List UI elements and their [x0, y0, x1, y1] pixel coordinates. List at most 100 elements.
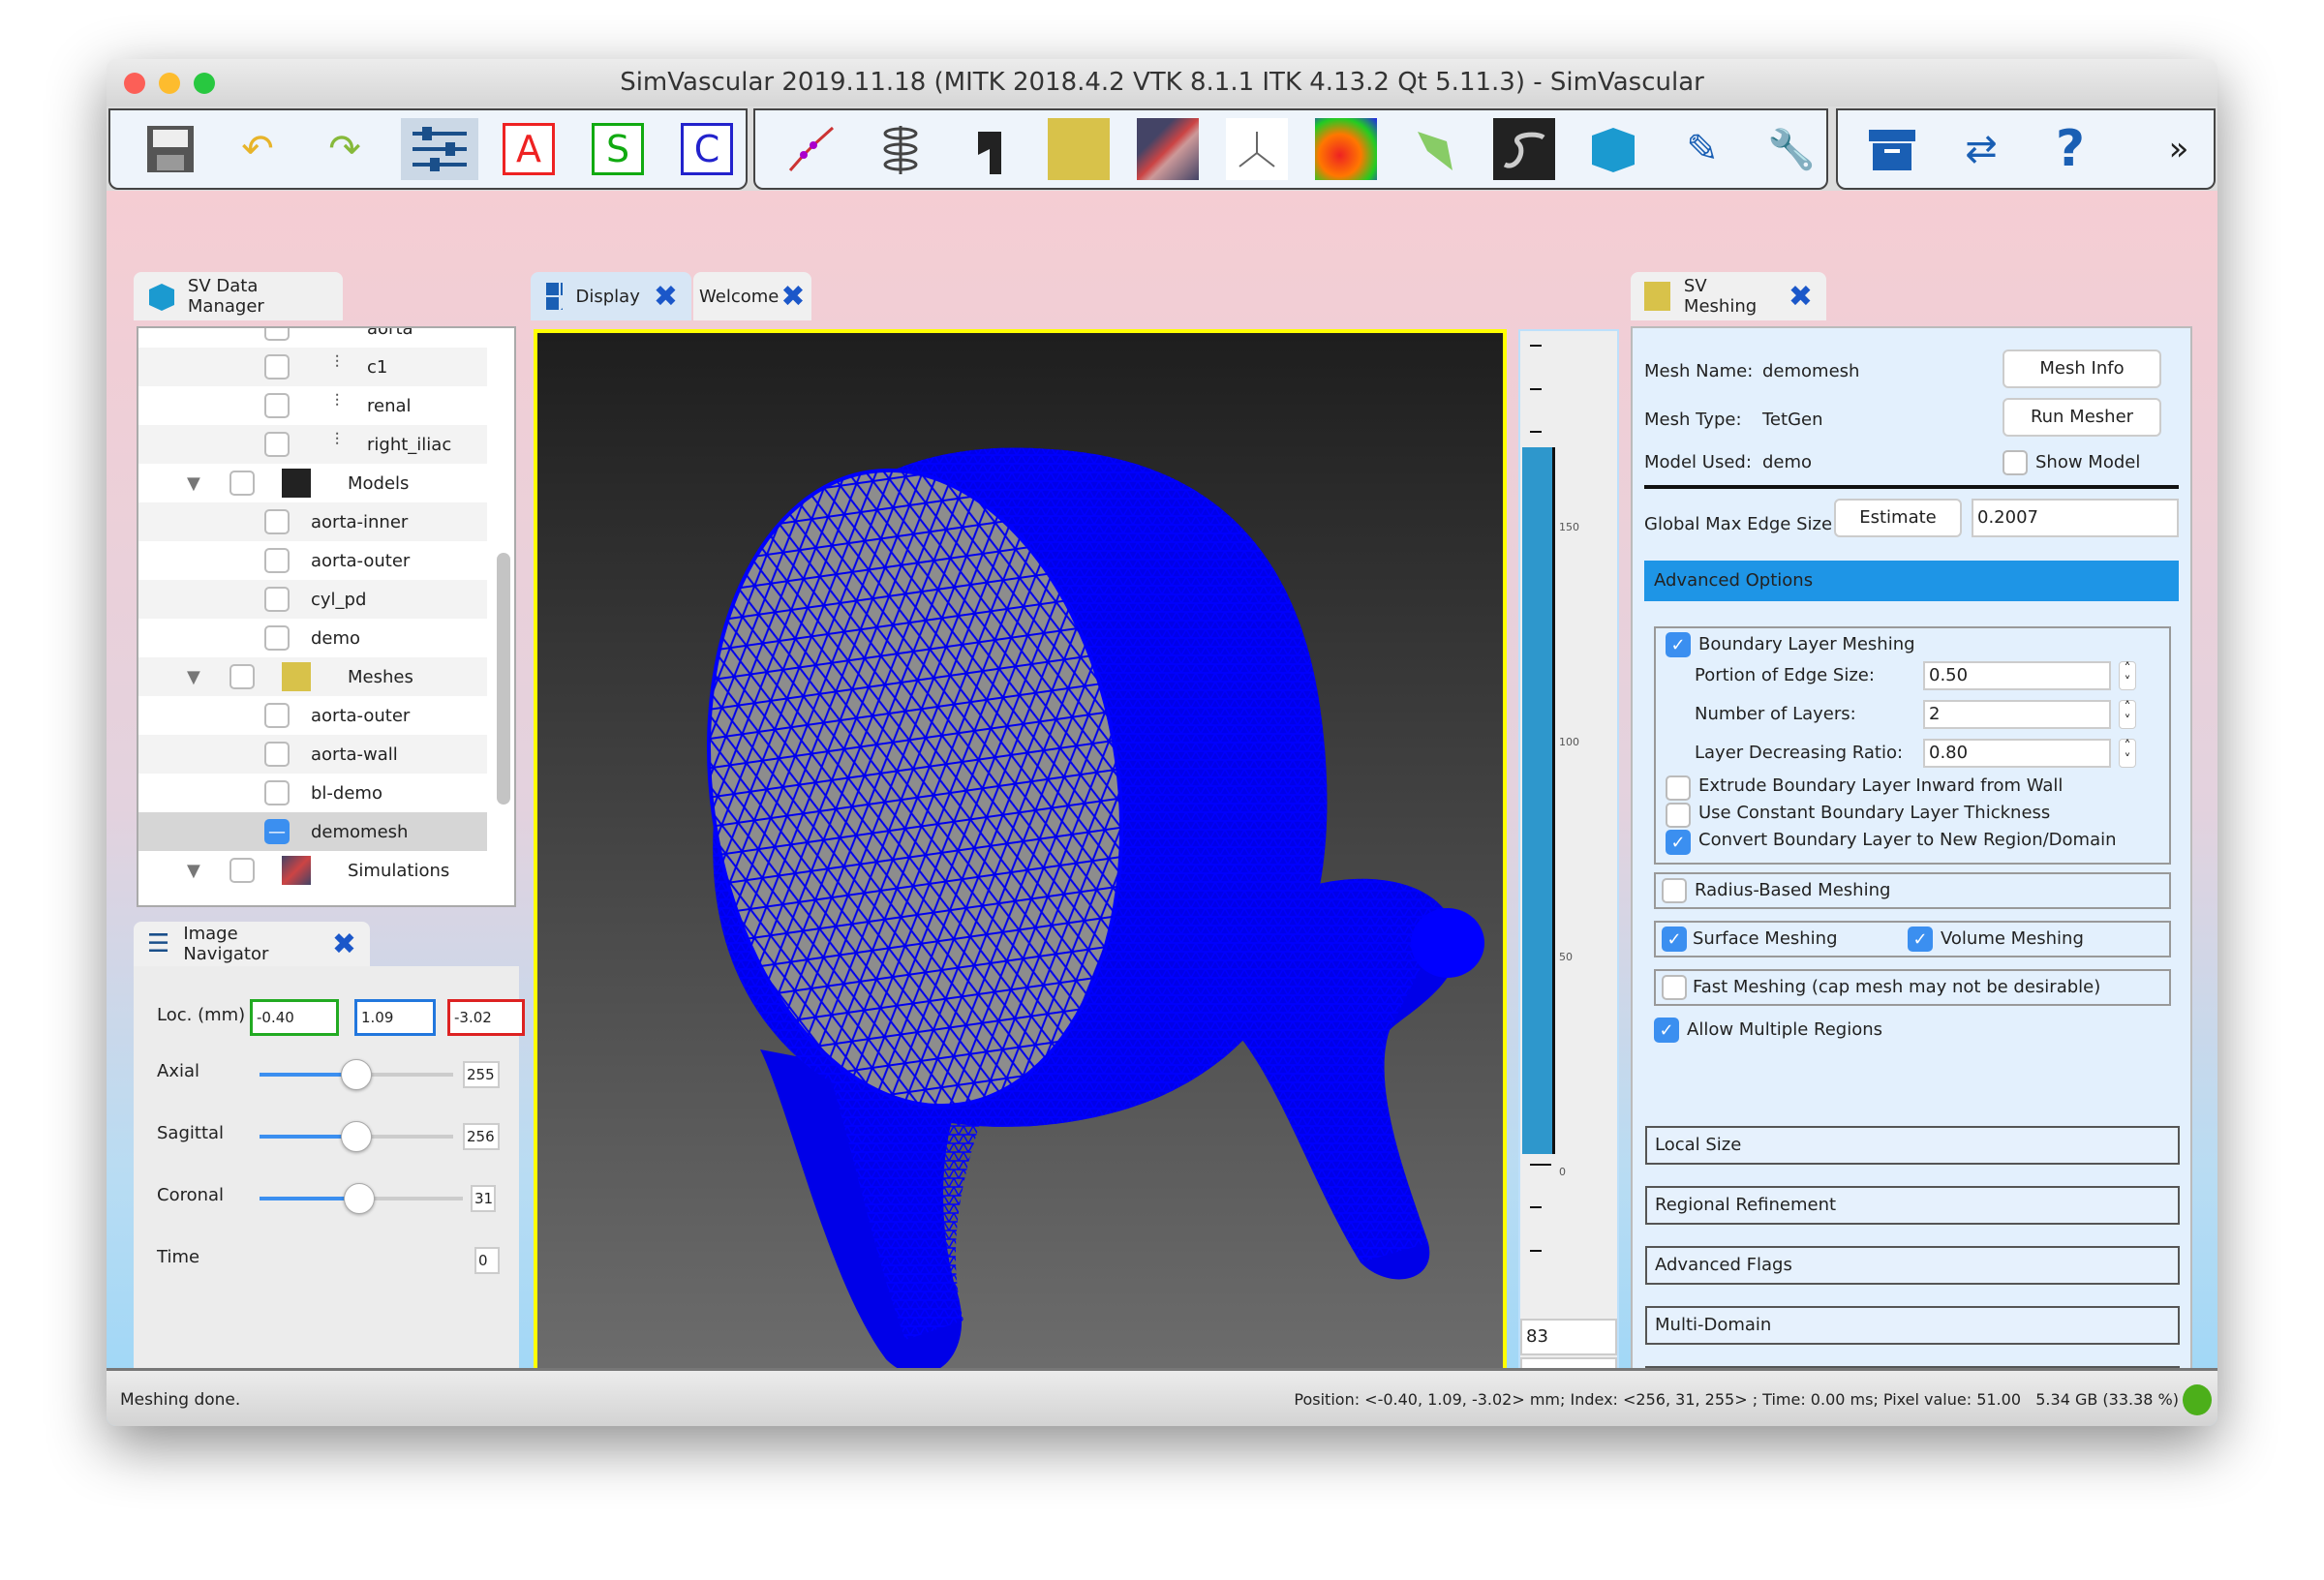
tree-item[interactable]: aorta-outer: [138, 541, 487, 580]
portion-spinner[interactable]: ˄ ˅: [2119, 661, 2136, 690]
visibility-checkbox[interactable]: [264, 432, 290, 457]
close-icon[interactable]: ✖: [332, 927, 356, 961]
ratio-spinner[interactable]: ˄ ˅: [2119, 739, 2136, 768]
close-icon[interactable]: ✖: [654, 280, 678, 314]
tree-item[interactable]: cyl_pd: [138, 580, 487, 619]
bl-option-checkbox[interactable]: ✓: [1666, 830, 1691, 855]
visibility-checkbox[interactable]: [264, 587, 290, 612]
archive-icon[interactable]: [1861, 118, 1923, 180]
tab-data-manager[interactable]: SV Data Manager: [134, 272, 343, 320]
tree-item[interactable]: ⫶ aorta: [138, 328, 487, 348]
close-icon[interactable]: ✖: [780, 280, 805, 314]
loc-x-field[interactable]: -0.40: [250, 999, 339, 1036]
tree-item[interactable]: ▼ Models: [138, 464, 487, 502]
visibility-checkbox[interactable]: [264, 780, 290, 805]
slider-value[interactable]: 255: [463, 1061, 500, 1088]
close-window-button[interactable]: [124, 73, 145, 94]
undo-icon[interactable]: ↶: [227, 118, 289, 180]
expand-arrow-icon[interactable]: ▼: [187, 667, 200, 687]
data-manager-icon[interactable]: [1582, 118, 1644, 180]
axial-slider[interactable]: [260, 1059, 453, 1090]
show-model-checkbox[interactable]: [2003, 450, 2028, 475]
run-mesher-button[interactable]: Run Mesher: [2003, 398, 2161, 437]
tree-item[interactable]: ⫶ renal: [138, 386, 487, 425]
visibility-checkbox[interactable]: [229, 471, 255, 496]
layers-spinner[interactable]: ˄ ˅: [2119, 700, 2136, 729]
section-multi-domain[interactable]: Multi-Domain: [1645, 1306, 2180, 1345]
edit-tool-icon[interactable]: ✎: [1671, 118, 1733, 180]
visibility-checkbox[interactable]: [229, 858, 255, 883]
tree-item[interactable]: — demomesh: [138, 812, 487, 851]
zoom-window-button[interactable]: [194, 73, 215, 94]
surface-meshing-checkbox[interactable]: ✓: [1662, 927, 1687, 952]
visibility-checkbox[interactable]: [229, 664, 255, 689]
simulation-icon[interactable]: [1137, 118, 1199, 180]
tree-item[interactable]: ▼ Simulations: [138, 851, 487, 890]
loc-z-field[interactable]: -3.02: [447, 999, 525, 1036]
tab-sv-meshing[interactable]: SV Meshing ✖: [1631, 272, 1826, 320]
level-field[interactable]: 83: [1520, 1319, 1617, 1355]
coronal-view-icon[interactable]: C: [676, 118, 738, 180]
data-manager-tree[interactable]: ⫶ aorta ⫶ c1 ⫶ renal ⫶ right_iliac ▼ Models aorta-…: [137, 326, 516, 907]
boundary-layer-checkbox[interactable]: ✓: [1666, 632, 1691, 657]
visibility-checkbox[interactable]: [264, 548, 290, 573]
save-icon[interactable]: [139, 118, 201, 180]
visibility-checkbox[interactable]: [264, 328, 290, 341]
level-window-widget[interactable]: 150100500 83 164: [1518, 329, 1619, 1396]
visibility-checkbox[interactable]: [264, 393, 290, 418]
volume-meshing-checkbox[interactable]: ✓: [1908, 927, 1933, 952]
tree-item[interactable]: ⫶ right_iliac: [138, 425, 487, 464]
visibility-checkbox[interactable]: —: [264, 819, 290, 844]
fast-meshing-checkbox[interactable]: [1662, 975, 1687, 1000]
redo-icon[interactable]: ↷: [314, 118, 376, 180]
tree-scrollbar[interactable]: [497, 553, 510, 805]
sagittal-slider[interactable]: [260, 1121, 453, 1152]
tree-item[interactable]: demo: [138, 619, 487, 657]
section-advanced-flags[interactable]: Advanced Flags: [1645, 1246, 2180, 1285]
minimize-window-button[interactable]: [159, 73, 180, 94]
global-max-edge-input[interactable]: 0.2007: [1972, 499, 2179, 537]
advanced-options-header[interactable]: Advanced Options: [1644, 561, 2179, 601]
visibility-checkbox[interactable]: [264, 354, 290, 380]
3d-render-window[interactable]: 3D: [534, 329, 1507, 1396]
1d-model-icon[interactable]: [1404, 118, 1466, 180]
estimate-button[interactable]: Estimate: [1834, 499, 1962, 537]
level-window-bar[interactable]: [1522, 447, 1555, 1154]
tree-item[interactable]: aorta-wall: [138, 735, 487, 774]
visibility-checkbox[interactable]: [264, 703, 290, 728]
visibility-checkbox[interactable]: [264, 509, 290, 534]
tab-welcome[interactable]: Welcome ✖: [693, 272, 811, 320]
ratio-input[interactable]: 0.80: [1923, 739, 2111, 768]
wrench-tool-icon[interactable]: 🔧: [1760, 118, 1822, 180]
cardiac-icon[interactable]: [1493, 118, 1555, 180]
pathplanning-icon[interactable]: [780, 118, 842, 180]
more-icon[interactable]: »: [2148, 118, 2210, 180]
sagittal-view-icon[interactable]: S: [587, 118, 649, 180]
section-local-size[interactable]: Local Size: [1645, 1126, 2180, 1165]
portion-input[interactable]: 0.50: [1923, 661, 2111, 690]
coronal-slider[interactable]: [260, 1183, 463, 1214]
transform-icon[interactable]: ⇄: [1950, 118, 2012, 180]
loc-y-field[interactable]: 1.09: [354, 999, 436, 1036]
slider-value[interactable]: 256: [463, 1123, 500, 1150]
close-icon[interactable]: ✖: [1789, 280, 1813, 314]
expand-arrow-icon[interactable]: ▼: [187, 861, 200, 881]
svfsi-icon[interactable]: [1226, 118, 1288, 180]
tree-item[interactable]: aorta-inner: [138, 502, 487, 541]
model-icon[interactable]: [959, 118, 1021, 180]
rom-icon[interactable]: [1315, 118, 1377, 180]
visibility-checkbox[interactable]: [264, 742, 290, 767]
slider-value[interactable]: 0: [474, 1247, 500, 1274]
mesh-info-button[interactable]: Mesh Info: [2003, 349, 2161, 388]
tab-image-navigator[interactable]: ☰ Image Navigator ✖: [134, 922, 370, 966]
image-navigator-icon[interactable]: [401, 118, 478, 180]
mesh-icon[interactable]: [1048, 118, 1110, 180]
tree-item[interactable]: ▼ Meshes: [138, 657, 487, 696]
radius-based-checkbox[interactable]: [1662, 878, 1687, 903]
segmentation-icon[interactable]: [870, 118, 932, 180]
tree-item[interactable]: ⫶ c1: [138, 348, 487, 386]
allow-multiple-regions-checkbox[interactable]: ✓: [1654, 1018, 1679, 1043]
section-regional-refinement[interactable]: Regional Refinement: [1645, 1186, 2180, 1225]
slider-value[interactable]: 31: [471, 1185, 496, 1212]
visibility-checkbox[interactable]: [264, 625, 290, 651]
